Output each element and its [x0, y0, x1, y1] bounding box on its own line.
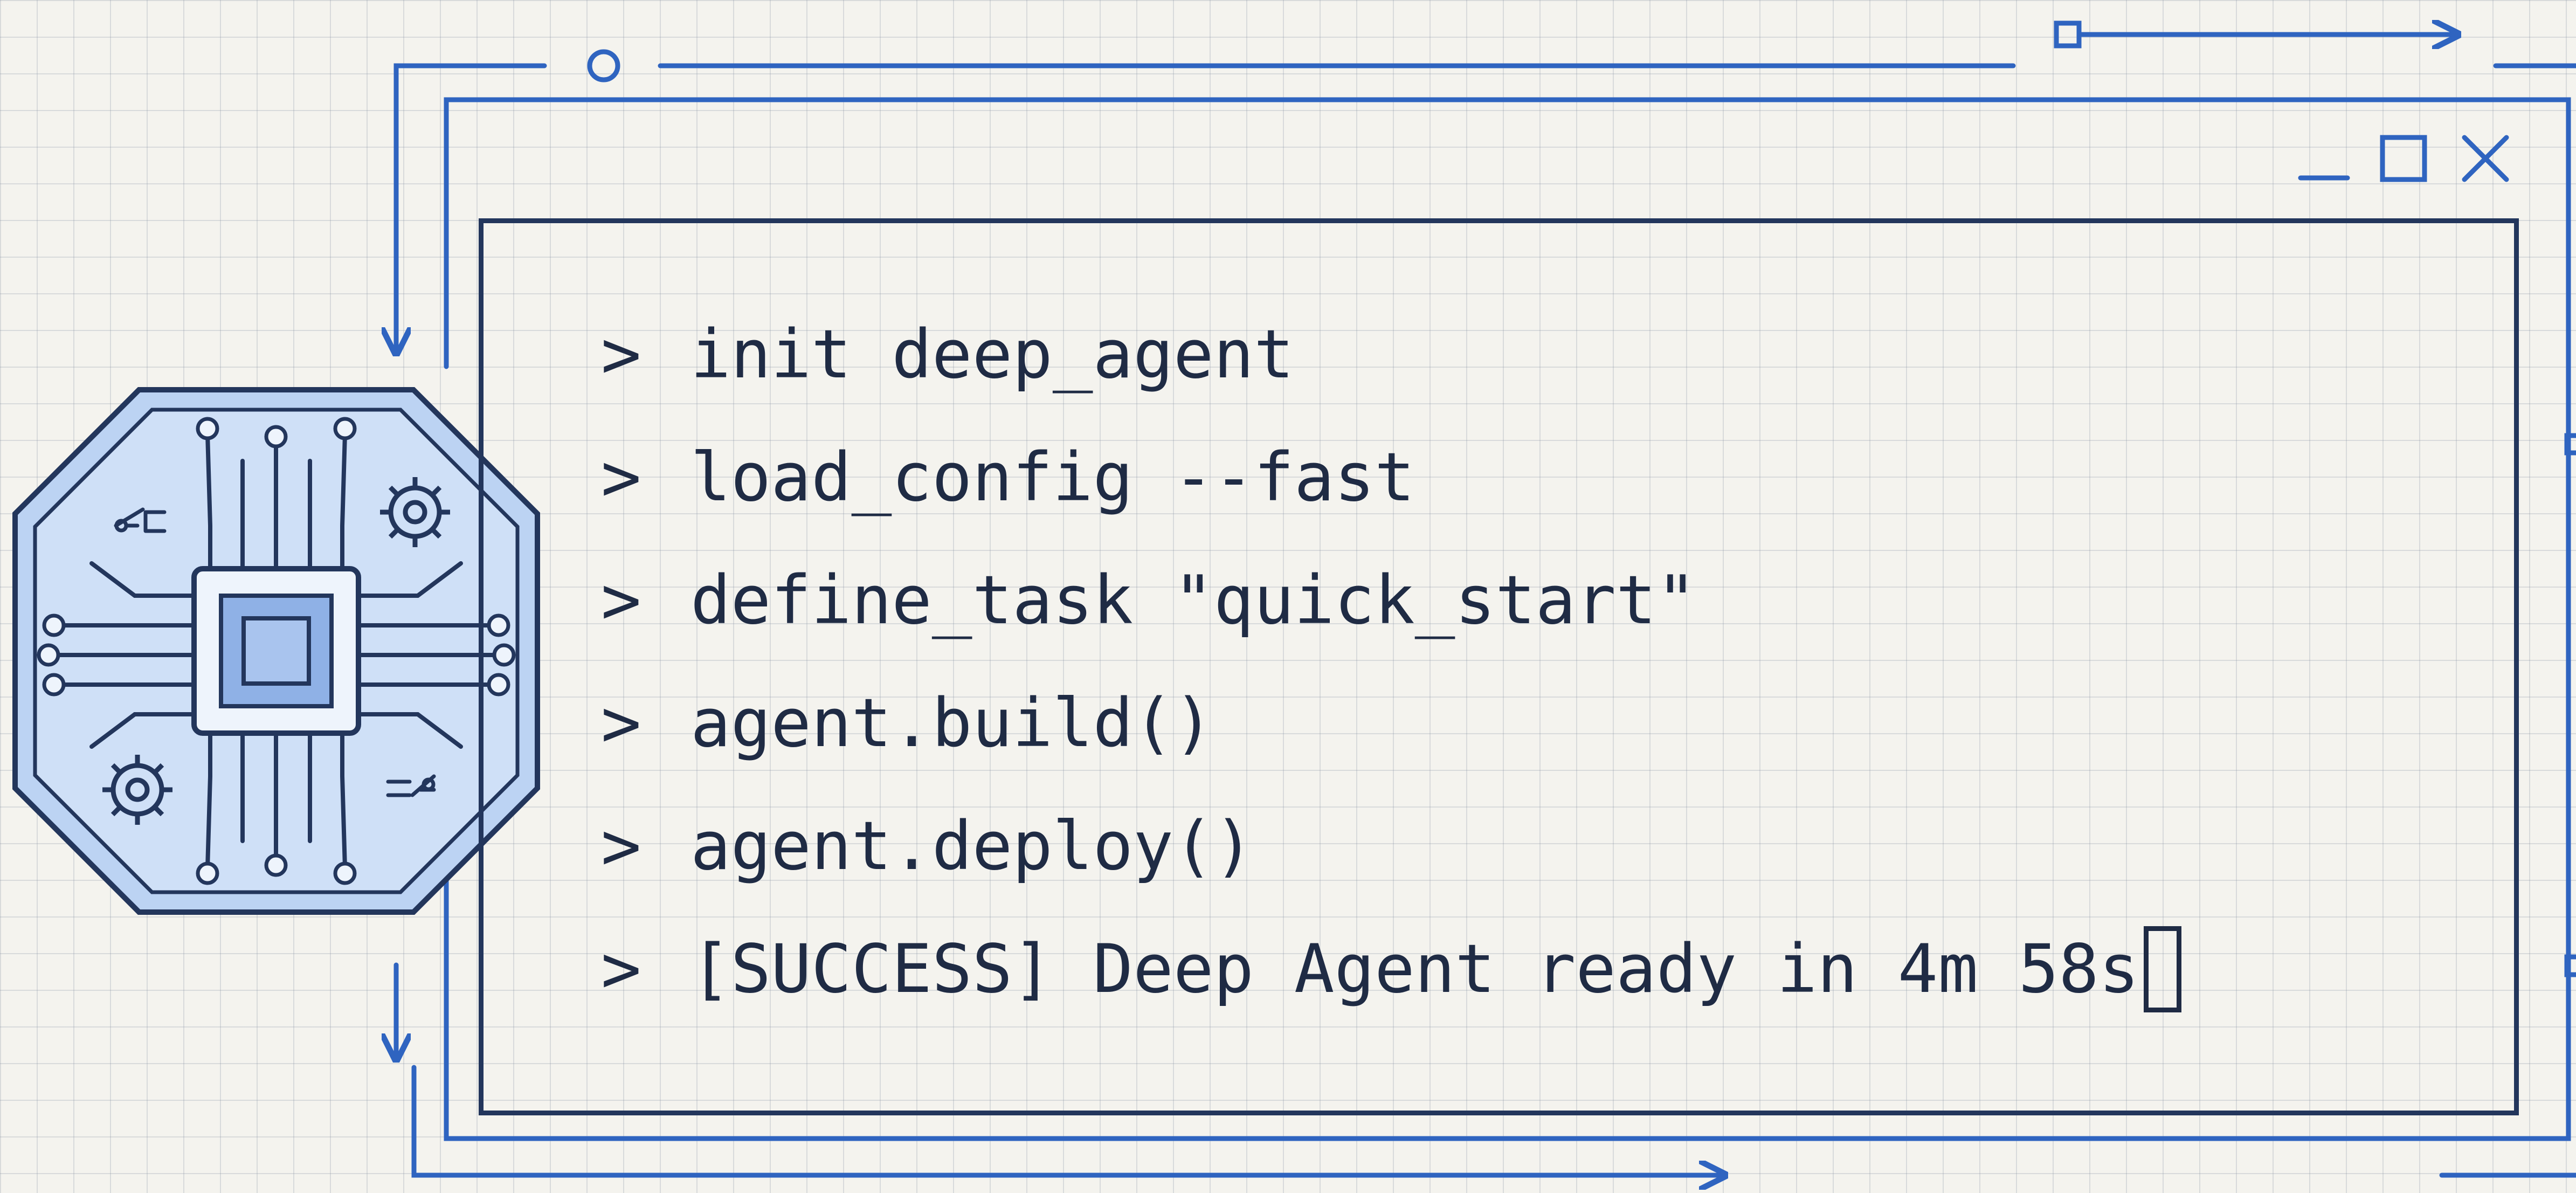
status-text: [SUCCESS] Deep Agent ready in 4m 58s: [690, 930, 2139, 1008]
terminal-line: > define_task "quick_start": [601, 539, 2181, 662]
connector-node: [587, 49, 620, 82]
terminal-output: > init deep_agent > load_config --fast > de…: [601, 293, 2181, 1031]
maximize-icon[interactable]: [2380, 135, 2427, 182]
connector-square-node: [2054, 20, 2082, 49]
command-text: define_task "quick_start": [690, 562, 1697, 639]
prompt-symbol: >: [601, 930, 641, 1008]
terminal-line: > agent.deploy(): [601, 785, 2181, 908]
command-text: load_config --fast: [690, 439, 1415, 516]
command-text: agent.build(): [690, 685, 1214, 762]
prompt-symbol: >: [601, 316, 641, 394]
right-edge-tick: [2564, 433, 2576, 456]
prompt-symbol: >: [601, 562, 641, 639]
prompt-symbol: >: [601, 685, 641, 762]
close-icon[interactable]: [2462, 135, 2509, 182]
right-edge-tick: [2564, 954, 2576, 977]
text-cursor[interactable]: [2143, 926, 2181, 1012]
terminal-window[interactable]: > init deep_agent > load_config --fast > de…: [479, 218, 2519, 1115]
command-text: init deep_agent: [690, 316, 1294, 394]
prompt-symbol: >: [601, 808, 641, 885]
terminal-line: > agent.build(): [601, 662, 2181, 785]
command-text: agent.deploy(): [690, 808, 1254, 885]
prompt-symbol: >: [601, 439, 641, 516]
ai-chip-icon: [12, 387, 540, 915]
terminal-line: > load_config --fast: [601, 416, 2181, 539]
terminal-line: > [SUCCESS] Deep Agent ready in 4m 58s: [601, 908, 2181, 1031]
terminal-line: > init deep_agent: [601, 293, 2181, 416]
